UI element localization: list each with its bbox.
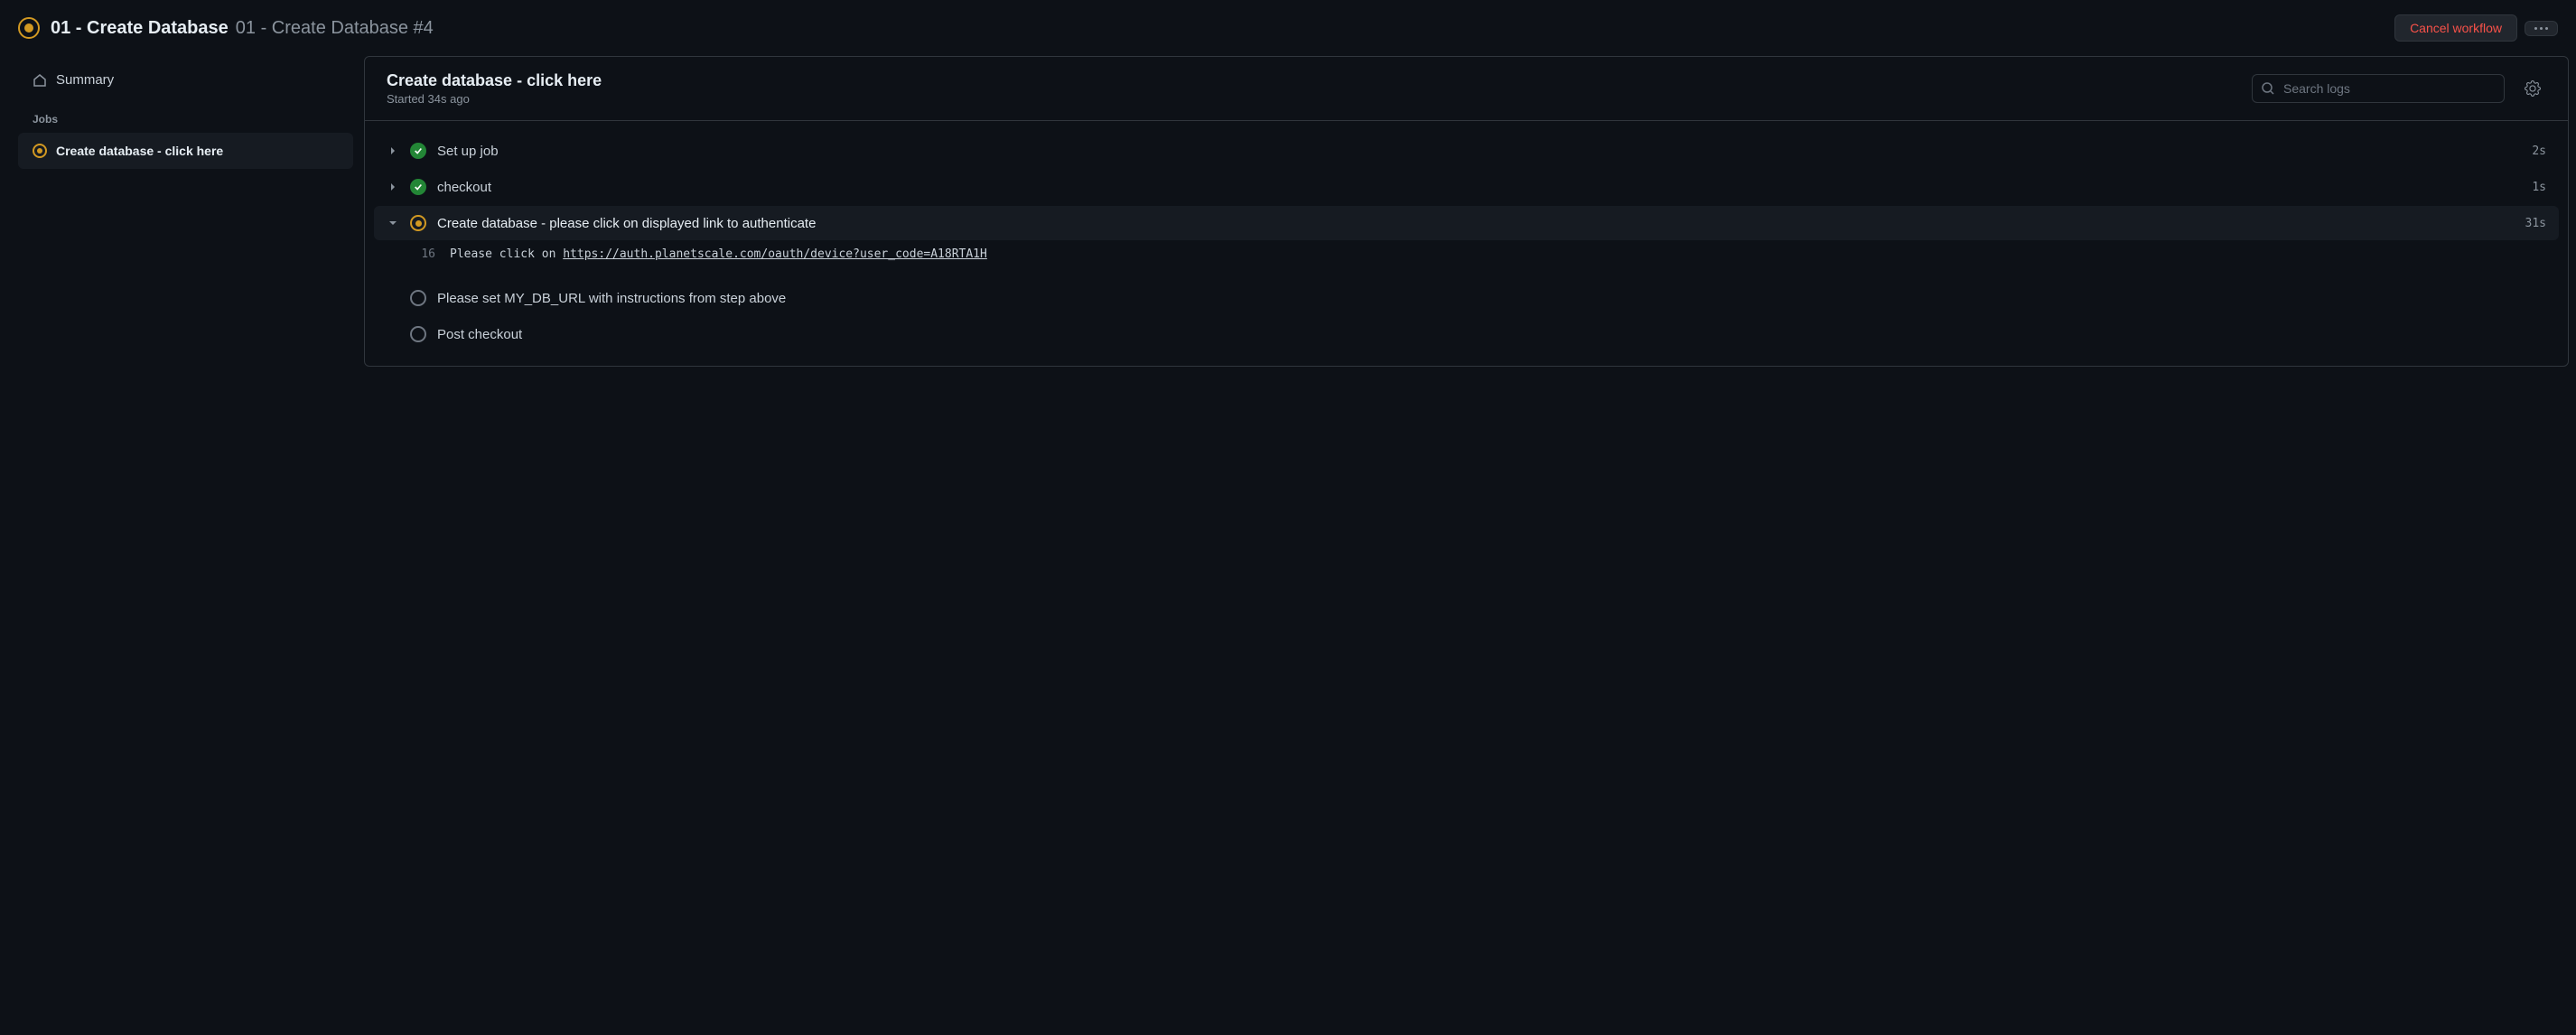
step-row[interactable]: Create database - please click on displa…: [374, 206, 2559, 240]
success-status-icon: [410, 179, 426, 195]
panel-header: Create database - click here Started 34s…: [365, 57, 2568, 121]
jobs-section-title: Jobs: [18, 97, 353, 133]
chevron-down-icon: [387, 217, 399, 229]
job-title: Create database - click here: [387, 71, 2237, 90]
step-row[interactable]: Post checkout: [374, 317, 2559, 351]
cancel-workflow-button[interactable]: Cancel workflow: [2394, 14, 2517, 42]
sidebar: Summary Jobs Create database - click her…: [7, 56, 364, 367]
chevron-right-icon: [387, 181, 399, 193]
sidebar-summary-label: Summary: [56, 72, 114, 88]
steps-list: Set up job 2s checkout 1s: [365, 121, 2568, 366]
job-log-panel: Create database - click here Started 34s…: [364, 56, 2569, 367]
chevron-right-icon: [387, 145, 399, 157]
step-duration: 31s: [2525, 217, 2546, 230]
step-label: checkout: [437, 180, 2521, 195]
step-label: Post checkout: [437, 327, 2535, 342]
step-row[interactable]: checkout 1s: [374, 170, 2559, 204]
workflow-title: 01 - Create Database: [51, 18, 229, 39]
sidebar-summary-item[interactable]: Summary: [18, 63, 353, 97]
step-row[interactable]: Please set MY_DB_URL with instructions f…: [374, 281, 2559, 315]
pending-status-icon: [410, 290, 426, 306]
workflow-header: 01 - Create Database 01 - Create Databas…: [0, 0, 2576, 56]
auth-link[interactable]: https://auth.planetscale.com/oauth/devic…: [563, 247, 987, 261]
sidebar-job-item[interactable]: Create database - click here: [18, 133, 353, 169]
step-duration: 2s: [2532, 145, 2546, 158]
step-duration: 1s: [2532, 181, 2546, 194]
running-status-icon: [410, 215, 426, 231]
kebab-icon: [2534, 27, 2548, 30]
step-label: Please set MY_DB_URL with instructions f…: [437, 291, 2535, 306]
step-row[interactable]: Set up job 2s: [374, 134, 2559, 168]
log-line: 16 Please click on https://auth.planetsc…: [374, 244, 2559, 274]
step-label: Create database - please click on displa…: [437, 216, 2515, 231]
job-started-time: Started 34s ago: [387, 92, 2237, 106]
running-status-icon: [33, 144, 47, 158]
pending-status-icon: [410, 326, 426, 342]
search-logs-input[interactable]: [2252, 74, 2505, 103]
log-text: Please click on https://auth.planetscale…: [450, 247, 987, 261]
step-label: Set up job: [437, 144, 2521, 159]
workflow-run-label: 01 - Create Database #4: [236, 18, 434, 39]
more-actions-button[interactable]: [2525, 21, 2558, 36]
sidebar-job-label: Create database - click here: [56, 144, 223, 158]
log-line-number: 16: [417, 247, 435, 261]
log-settings-button[interactable]: [2519, 75, 2546, 102]
success-status-icon: [410, 143, 426, 159]
running-status-icon: [18, 17, 40, 39]
header-title-group: 01 - Create Database 01 - Create Databas…: [51, 18, 2384, 39]
gear-icon: [2525, 80, 2541, 97]
home-icon: [33, 73, 47, 88]
search-icon: [2261, 81, 2275, 96]
